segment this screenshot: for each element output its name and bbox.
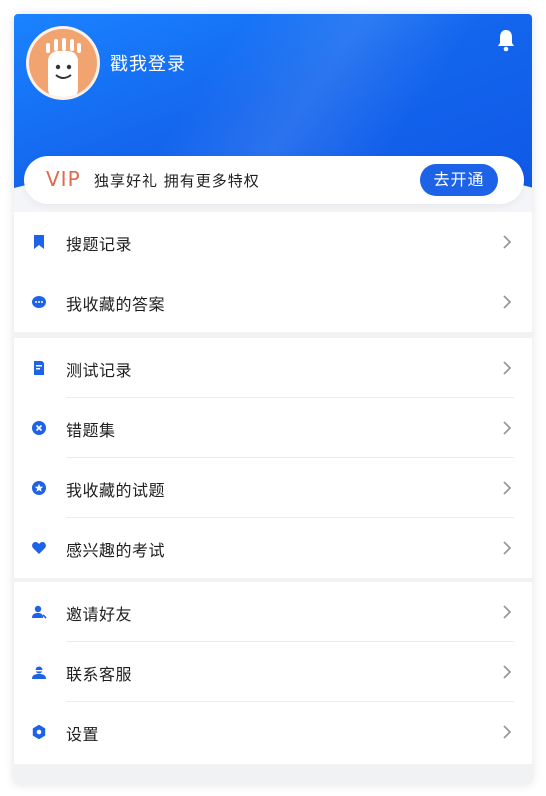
avatar[interactable] [26,26,100,100]
menu-item-label: 邀请好友 [66,605,133,624]
chevron-right-icon [503,361,512,375]
menu-item-invite-friends[interactable]: 邀请好友 [14,582,532,642]
close-circle-icon [32,421,46,435]
vip-banner[interactable]: VIP 独享好礼 拥有更多特权 去开通 [24,156,524,204]
menu-item-label: 测试记录 [66,361,133,380]
chevron-right-icon [503,235,512,249]
chevron-right-icon [503,665,512,679]
customer-service-icon [32,666,46,679]
menu-item-wrong-questions[interactable]: 错题集 [14,398,532,458]
chevron-right-icon [503,541,512,555]
avatar-face-icon [46,38,81,97]
bookmark-icon [34,235,44,249]
invite-user-icon [32,605,47,619]
profile-header: 戳我登录 VIP 独享好礼 拥有更多特权 去开通 [14,14,532,214]
chat-bubble-icon [32,296,46,308]
menu-group-records: 搜题记录 我收藏的答案 [14,212,532,332]
menu-item-settings[interactable]: 设置 [14,702,532,762]
menu-item-label: 感兴趣的考试 [66,541,166,560]
menu-item-label: 错题集 [66,421,116,440]
menu-item-label: 我收藏的试题 [66,481,166,500]
chevron-right-icon [503,725,512,739]
bell-icon[interactable] [496,28,516,52]
chevron-right-icon [503,421,512,435]
profile-screen: 戳我登录 VIP 独享好礼 拥有更多特权 去开通 搜题记录 我收藏的答案 测试记… [14,14,532,784]
star-circle-icon [32,481,46,495]
menu-item-label: 我收藏的答案 [66,295,166,314]
chevron-right-icon [503,605,512,619]
menu-item-favorite-questions[interactable]: 我收藏的试题 [14,458,532,518]
menu-item-search-history[interactable]: 搜题记录 [14,212,532,272]
menu-group-other: 邀请好友 联系客服 设置 [14,582,532,764]
menu-item-favorite-answers[interactable]: 我收藏的答案 [14,272,532,332]
vip-label: VIP [46,167,81,191]
menu-item-label: 联系客服 [66,665,133,684]
menu-item-label: 设置 [66,725,100,744]
menu-item-test-history[interactable]: 测试记录 [14,338,532,398]
chevron-right-icon [503,481,512,495]
settings-icon [32,724,46,740]
heart-icon [32,542,46,554]
vip-open-button[interactable]: 去开通 [420,164,498,196]
login-link[interactable]: 戳我登录 [110,50,186,76]
menu-item-label: 搜题记录 [66,235,133,254]
vip-subtitle: 独享好礼 拥有更多特权 [94,172,260,190]
menu-item-interested-exams[interactable]: 感兴趣的考试 [14,518,532,578]
document-edit-icon [34,361,44,375]
menu-group-tests: 测试记录 错题集 我收藏的试题 感兴趣的考试 [14,338,532,578]
chevron-right-icon [503,295,512,309]
menu-item-contact-support[interactable]: 联系客服 [14,642,532,702]
